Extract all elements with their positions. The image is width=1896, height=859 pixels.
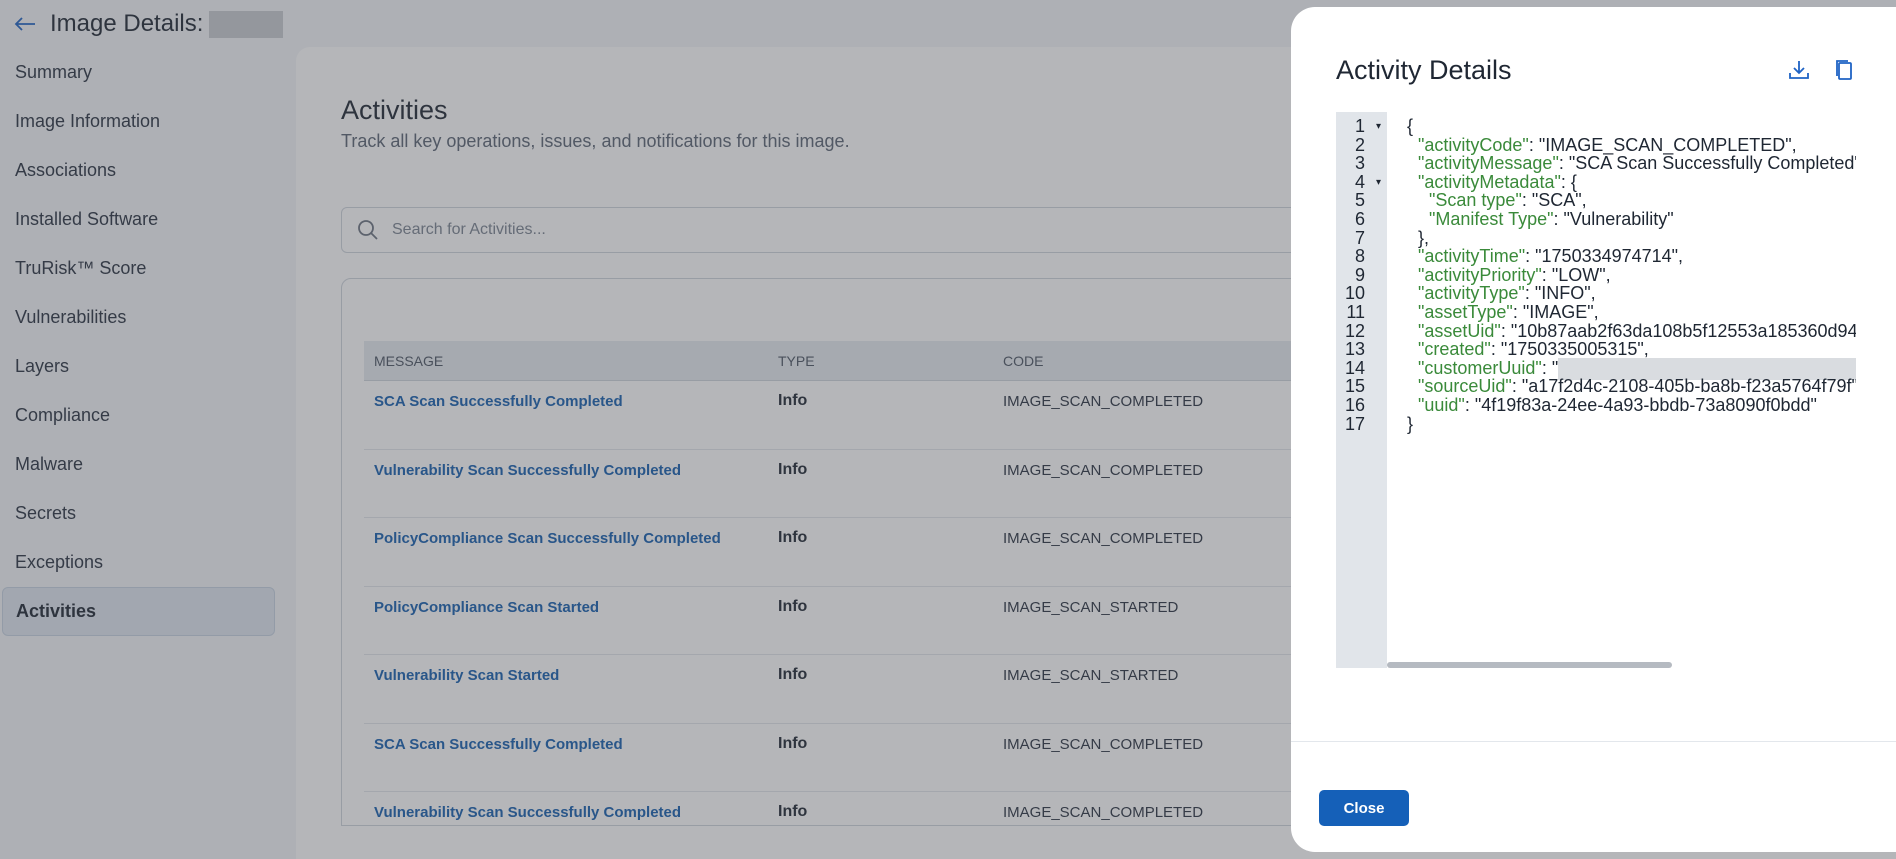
json-separator: : [1511,376,1522,397]
json-value: "IMAGE", [1522,302,1599,322]
json-separator: : [1541,264,1552,285]
json-key: "customerUuid" [1418,357,1542,378]
footer-divider [1291,741,1896,742]
json-separator: : [1490,339,1501,360]
json-code-area[interactable]: {"activityCode": "IMAGE_SCAN_COMPLETED",… [1387,112,1856,668]
json-value: "10b87aab2f63da108b5f12553a185360d94 [1510,320,1856,341]
json-value: } [1407,413,1414,434]
json-separator: : [1558,153,1569,174]
json-key: "activityMetadata" [1418,171,1561,192]
horizontal-scrollbar[interactable] [1387,662,1672,668]
json-line: { [1407,116,1413,138]
json-key: "activityMessage" [1418,153,1559,174]
json-separator: : [1541,357,1552,378]
json-value: "IMAGE_SCAN_COMPLETED", [1538,134,1797,155]
json-value: "4f19f83a-24ee-4a93-bbdb-73a8090f0bdd" [1474,395,1817,415]
json-line: "uuid": "4f19f83a-24ee-4a93-bbdb-73a8090… [1418,395,1817,417]
json-key: "created" [1418,339,1491,360]
json-separator: : [1521,190,1532,211]
json-value: "SCA", [1531,190,1587,211]
activity-details-drawer: Activity Details 1 ▾ 2 3 4 ▾ 5 6 7 8 9 10 11 12 13 14 15… [1291,7,1896,852]
json-separator: : [1464,395,1475,415]
drawer-title: Activity Details [1336,55,1512,85]
json-key: "activityType" [1418,283,1525,304]
json-separator: : [1512,302,1523,322]
copy-icon[interactable] [1831,57,1857,83]
json-line: } [1407,414,1413,436]
json-key: "uuid" [1418,395,1465,415]
json-value: "1750335005315", [1500,339,1649,360]
json-key: "sourceUid" [1418,376,1512,397]
line-number-gutter: 1 ▾ 2 3 4 ▾ 5 6 7 8 9 10 11 12 13 14 15 16 17 [1336,112,1387,668]
json-value: "SCA Scan Successfully Completed" [1568,153,1856,174]
json-separator: : [1553,209,1564,229]
json-key: "activityTime" [1418,246,1526,267]
json-value: "1750334974714", [1535,246,1684,267]
json-value: "INFO", [1534,283,1596,304]
json-key: "Manifest Type" [1429,209,1554,229]
json-value: { [1570,171,1577,192]
json-value: }, [1418,227,1430,248]
json-key: "activityCode" [1418,134,1529,155]
fold-toggle-icon[interactable]: ▾ [1376,177,1381,188]
json-separator: : [1524,283,1535,304]
json-separator: : [1528,134,1539,155]
close-button[interactable]: Close [1319,790,1409,826]
fold-toggle-icon[interactable]: ▾ [1376,121,1381,132]
json-value: "Vulnerability" [1563,209,1674,229]
json-key: "Scan type" [1429,190,1522,211]
json-separator: : [1560,171,1571,192]
json-separator: : [1525,246,1536,267]
download-icon[interactable] [1786,57,1812,83]
json-value: "a17f2d4c-2108-405b-ba8b-f23a5764f79f" [1521,376,1856,397]
json-key: "assetType" [1418,302,1513,322]
json-value: "LOW", [1551,264,1611,285]
line-number: 17 [1344,413,1365,434]
json-separator: : [1500,320,1511,341]
json-line: "Manifest Type": "Vulnerability" [1429,209,1674,231]
json-key: "assetUid" [1418,320,1501,341]
json-viewer[interactable]: 1 ▾ 2 3 4 ▾ 5 6 7 8 9 10 11 12 13 14 15 16 17 {"activityCo… [1336,112,1856,668]
json-value: { [1407,116,1414,136]
json-key: "activityPriority" [1418,264,1542,285]
